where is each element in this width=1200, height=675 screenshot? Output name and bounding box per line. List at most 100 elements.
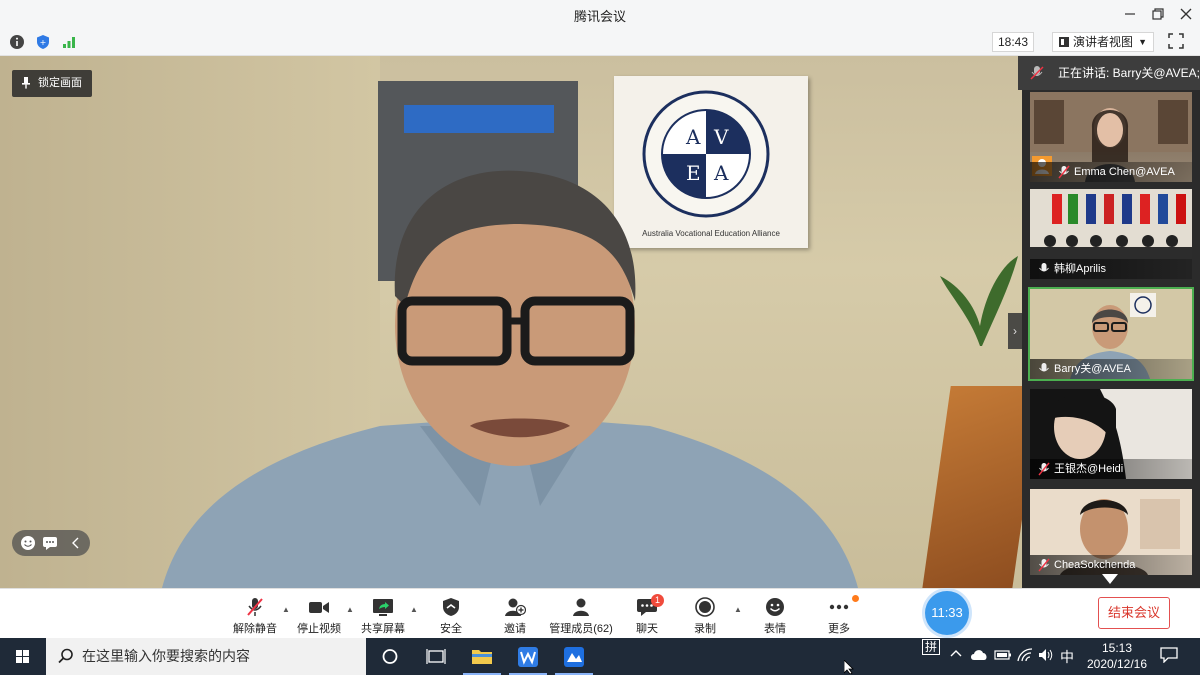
stop-video-button[interactable]: 停止视频 [294,597,344,637]
notification-glyph [1160,647,1178,664]
volume-icon[interactable] [1038,648,1054,665]
scroll-down-icon[interactable] [1102,574,1118,584]
collapse-strip-button[interactable]: › [1008,313,1022,349]
chevron-right-icon: › [1013,324,1017,338]
speaker-glyph [1039,649,1053,661]
wifi-icon[interactable] [1017,648,1033,665]
taskbar-wps[interactable] [505,638,551,675]
reactions-button[interactable]: 表情 [754,597,796,637]
members-icon [573,598,589,616]
meeting-timer[interactable]: 11:33 [925,591,969,635]
view-mode-label: 演讲者视图 [1073,35,1134,49]
battery-icon[interactable] [994,648,1012,665]
cloud-icon [971,650,987,660]
manage-members-label: 管理成员(62) [549,623,613,635]
mic-icon [1039,363,1049,372]
restore-button[interactable] [1148,4,1168,24]
participant-tile[interactable]: CheaSokchenda [1030,489,1192,575]
view-mode-dropdown[interactable]: 演讲者视图 ▼ [1052,32,1154,52]
chevron-up-icon-glyph [950,650,962,657]
task-view-button[interactable] [413,638,459,675]
video-options-caret[interactable]: ▲ [346,605,354,614]
onedrive-icon[interactable] [970,648,988,665]
mic-muted-icon [1058,165,1070,179]
invite-label: 邀请 [504,623,526,635]
chat-label: 聊天 [636,623,658,635]
participant-name: CheaSokchenda [1030,555,1192,575]
minimize-icon [1125,13,1135,15]
close-button[interactable] [1176,4,1196,24]
chevron-left-icon[interactable] [68,535,84,551]
end-meeting-button[interactable]: 结束会议 [1098,597,1170,629]
svg-text:+: + [40,38,47,47]
share-options-caret[interactable]: ▲ [410,605,418,614]
chevron-up-icon[interactable] [950,647,962,662]
video-camera-icon [309,602,329,613]
participant-name-label: CheaSokchenda [1054,559,1136,571]
security-button[interactable]: 安全 [430,597,472,637]
info-icon[interactable] [9,34,25,50]
clock-time: 15:13 [1101,641,1133,655]
action-center-icon[interactable] [1160,647,1178,666]
taskbar-search-placeholder: 在这里输入你要搜索的内容 [82,648,250,664]
windows-taskbar: 在这里输入你要搜索的内容 拼 中 15:13 2020/12/16 [0,638,1200,675]
participant-name: 王银杰@Heidi [1030,459,1192,479]
more-icon [829,604,849,610]
share-screen-button[interactable]: 共享屏幕 [358,597,408,637]
pin-icon [22,77,30,89]
restore-icon [1152,8,1164,20]
speaker-view-icon [1059,37,1069,47]
participant-tile[interactable]: 韩柳Aprilis [1030,189,1192,279]
chevron-down-icon: ▼ [1138,37,1147,47]
comment-icon[interactable] [42,535,58,551]
wifi-glyph [1017,648,1033,662]
desk-decoration [921,386,1022,588]
start-button[interactable] [0,638,46,675]
record-button[interactable]: 录制 [684,597,726,637]
participant-tile[interactable]: 王银杰@Heidi [1030,389,1192,479]
audio-options-caret[interactable]: ▲ [282,605,290,614]
folder-icon [472,650,492,664]
emoji-icon[interactable] [20,535,36,551]
reactions-label: 表情 [764,623,786,635]
floating-tools [12,530,90,556]
title-bar: 腾讯会议 [0,0,1200,28]
manage-members-button[interactable]: 管理成员(62) [548,597,614,637]
more-label: 更多 [828,623,850,635]
ime-language-indicator[interactable]: 中 [1060,647,1074,667]
meeting-toolbar: 解除静音 ▲ 停止视频 ▲ 共享屏幕 ▲ 安全 邀请 管理成员(62) 1 聊天… [0,588,1200,638]
shield-icon[interactable]: + [35,34,51,50]
add-user-icon [505,598,526,616]
participant-name-label: 王银杰@Heidi [1054,463,1124,475]
taskbar-search-input[interactable]: 在这里输入你要搜索的内容 [46,638,366,675]
cortana-button[interactable] [367,638,413,675]
signal-strength-icon[interactable] [61,34,77,50]
main-video-view[interactable]: A V E A Australia Vocational Education A… [0,56,1022,588]
lock-view-button[interactable]: 锁定画面 [12,70,92,97]
fullscreen-icon[interactable] [1168,33,1184,49]
lock-view-label: 锁定画面 [38,77,82,89]
mic-icon [1039,263,1049,272]
invite-button[interactable]: 邀请 [494,597,536,637]
participant-tile[interactable]: Emma Chen@AVEA [1030,92,1192,182]
taskbar-clock[interactable]: 15:13 2020/12/16 [1075,640,1159,672]
stop-video-label: 停止视频 [297,623,341,635]
mouse-cursor-icon [844,660,854,674]
ime-mode-indicator[interactable]: 拼 [922,639,941,655]
wps-icon [518,647,538,667]
chat-button[interactable]: 1 聊天 [626,594,668,637]
now-speaking-label: 正在讲话: Barry关@AVEA; [1058,66,1200,80]
minimize-button[interactable] [1120,4,1140,24]
record-options-caret[interactable]: ▲ [734,605,742,614]
unmute-button[interactable]: 解除静音 [230,597,280,637]
windows-logo-icon [16,650,29,663]
participant-tile-active[interactable]: Barry关@AVEA [1028,287,1194,381]
taskbar-file-explorer[interactable] [459,638,505,675]
notification-dot [852,595,859,602]
task-view-icon [426,649,446,664]
shield-icon [443,598,459,616]
more-button[interactable]: 更多 [818,595,860,637]
clock-date: 2020/12/16 [1086,657,1148,671]
taskbar-tencent-meeting[interactable] [551,638,597,675]
search-icon [58,648,73,664]
